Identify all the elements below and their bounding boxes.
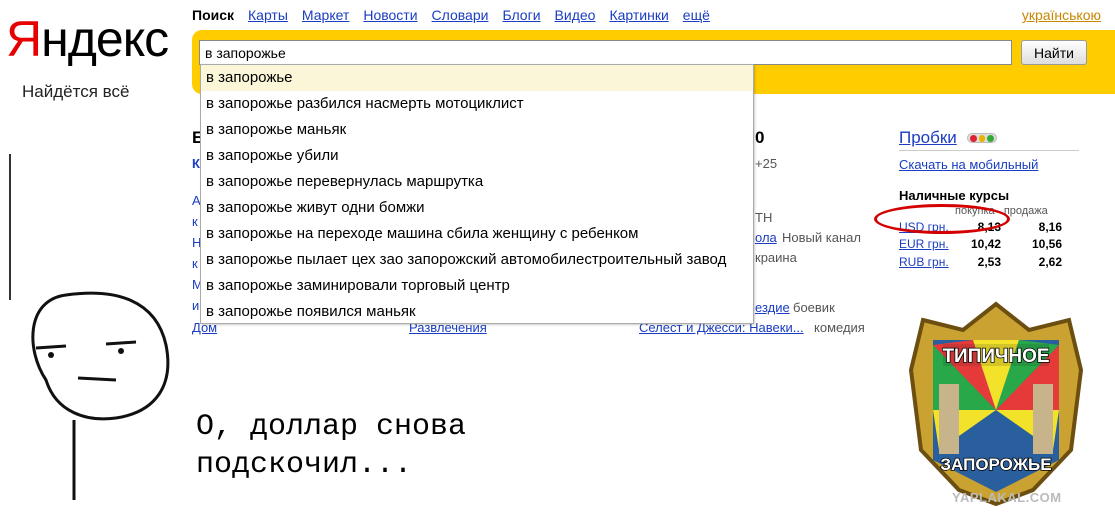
language-switch-link[interactable]: українською bbox=[1022, 7, 1101, 23]
rate-sell: 2,62 bbox=[1038, 255, 1062, 269]
suggest-item[interactable]: в запорожье маньяк bbox=[201, 117, 753, 143]
search-input[interactable] bbox=[199, 40, 1012, 65]
rate-currency[interactable]: RUB грн. bbox=[899, 255, 955, 269]
rate-buy: 2,53 bbox=[977, 255, 1001, 269]
suggest-item[interactable]: в запорожье на переходе машина сбила жен… bbox=[201, 221, 753, 247]
emblem-bottom-text: ЗАПОРОЖЬЕ bbox=[940, 455, 1051, 474]
rates-header-sell: продажа bbox=[1003, 205, 1048, 217]
service-nav: Поиск Карты Маркет Новости Словари Блоги… bbox=[192, 7, 710, 23]
rate-row-eur: EUR грн. 10,42 10,56 bbox=[899, 237, 1064, 251]
suggest-item[interactable]: в запорожье убили bbox=[201, 143, 753, 169]
traffic-light-icon bbox=[967, 133, 997, 143]
rate-sell: 8,16 bbox=[1038, 220, 1062, 234]
divider bbox=[899, 150, 1079, 151]
nav-news[interactable]: Новости bbox=[363, 7, 417, 23]
typical-zaporozhye-emblem: ТИПИЧНОЕ ЗАПОРОЖЬЕ bbox=[908, 301, 1084, 506]
rate-row-rub: RUB грн. 2,53 2,62 bbox=[899, 255, 1064, 269]
download-mobile-link[interactable]: Скачать на мобильный bbox=[899, 157, 1038, 172]
tv-link-fragment[interactable]: ола bbox=[755, 230, 777, 245]
nav-market[interactable]: Маркет bbox=[302, 7, 349, 23]
tv-fragment-1: ТН bbox=[755, 210, 773, 225]
nav-more[interactable]: ещё bbox=[683, 7, 710, 23]
cash-rates-title: Наличные курсы bbox=[899, 188, 1010, 203]
movie-genre-1: боевик bbox=[793, 300, 835, 315]
suggest-item[interactable]: в запорожье пылает цех зао запорожский а… bbox=[201, 247, 753, 273]
search-button[interactable]: Найти bbox=[1021, 40, 1087, 65]
suggest-item[interactable]: в запорожье разбился насмерть мотоциклис… bbox=[201, 91, 753, 117]
suggest-item[interactable]: в запорожье заминировали торговый центр bbox=[201, 273, 753, 299]
rate-buy: 10,42 bbox=[970, 237, 1001, 251]
weather-temp-fragment: +25 bbox=[755, 156, 778, 171]
weather-heading-fragment: 0 bbox=[755, 128, 765, 147]
nav-video[interactable]: Видео bbox=[555, 7, 596, 23]
rate-sell: 10,56 bbox=[1031, 237, 1062, 251]
nav-dictionaries[interactable]: Словари bbox=[432, 7, 489, 23]
nav-maps[interactable]: Карты bbox=[248, 7, 288, 23]
caption-line-1: О, доллар снова bbox=[196, 410, 467, 444]
caption-line-2: подскочил... bbox=[196, 448, 413, 482]
suggest-item[interactable]: в запорожье появился маньяк bbox=[201, 299, 753, 325]
movie-genre-2: комедия bbox=[814, 320, 865, 335]
news-link-fragment[interactable]: К bbox=[192, 156, 200, 171]
poker-face-drawing bbox=[9, 154, 170, 500]
rate-currency[interactable]: EUR грн. bbox=[899, 237, 955, 251]
meme-caption: О, доллар снова подскочил... bbox=[196, 408, 466, 484]
tv-channel: Новый канал bbox=[782, 230, 861, 245]
usd-highlight-circle bbox=[874, 204, 1010, 234]
nav-current-search: Поиск bbox=[192, 7, 235, 23]
suggest-item[interactable]: в запорожье живут одни бомжи bbox=[201, 195, 753, 221]
traffic-link[interactable]: Пробки bbox=[899, 128, 957, 148]
logo-first-letter: Я bbox=[6, 11, 42, 67]
yandex-logo[interactable]: Яндекс bbox=[6, 11, 169, 67]
suggest-item[interactable]: в запорожье bbox=[201, 65, 753, 91]
tv-fragment-3: краина bbox=[755, 250, 797, 265]
emblem-top-text: ТИПИЧНОЕ bbox=[942, 346, 1049, 367]
logo-tagline: Найдётся всё bbox=[22, 82, 130, 101]
nav-blogs[interactable]: Блоги bbox=[502, 7, 540, 23]
movie-link-1[interactable]: ездие bbox=[755, 300, 790, 315]
search-suggest-dropdown: в запорожье в запорожье разбился насмерт… bbox=[200, 64, 754, 324]
logo-rest: ндекс bbox=[41, 11, 169, 67]
watermark: YAPLAKAL.COM bbox=[952, 490, 1062, 505]
nav-images[interactable]: Картинки bbox=[609, 7, 668, 23]
suggest-item[interactable]: в запорожье перевернулась маршрутка bbox=[201, 169, 753, 195]
